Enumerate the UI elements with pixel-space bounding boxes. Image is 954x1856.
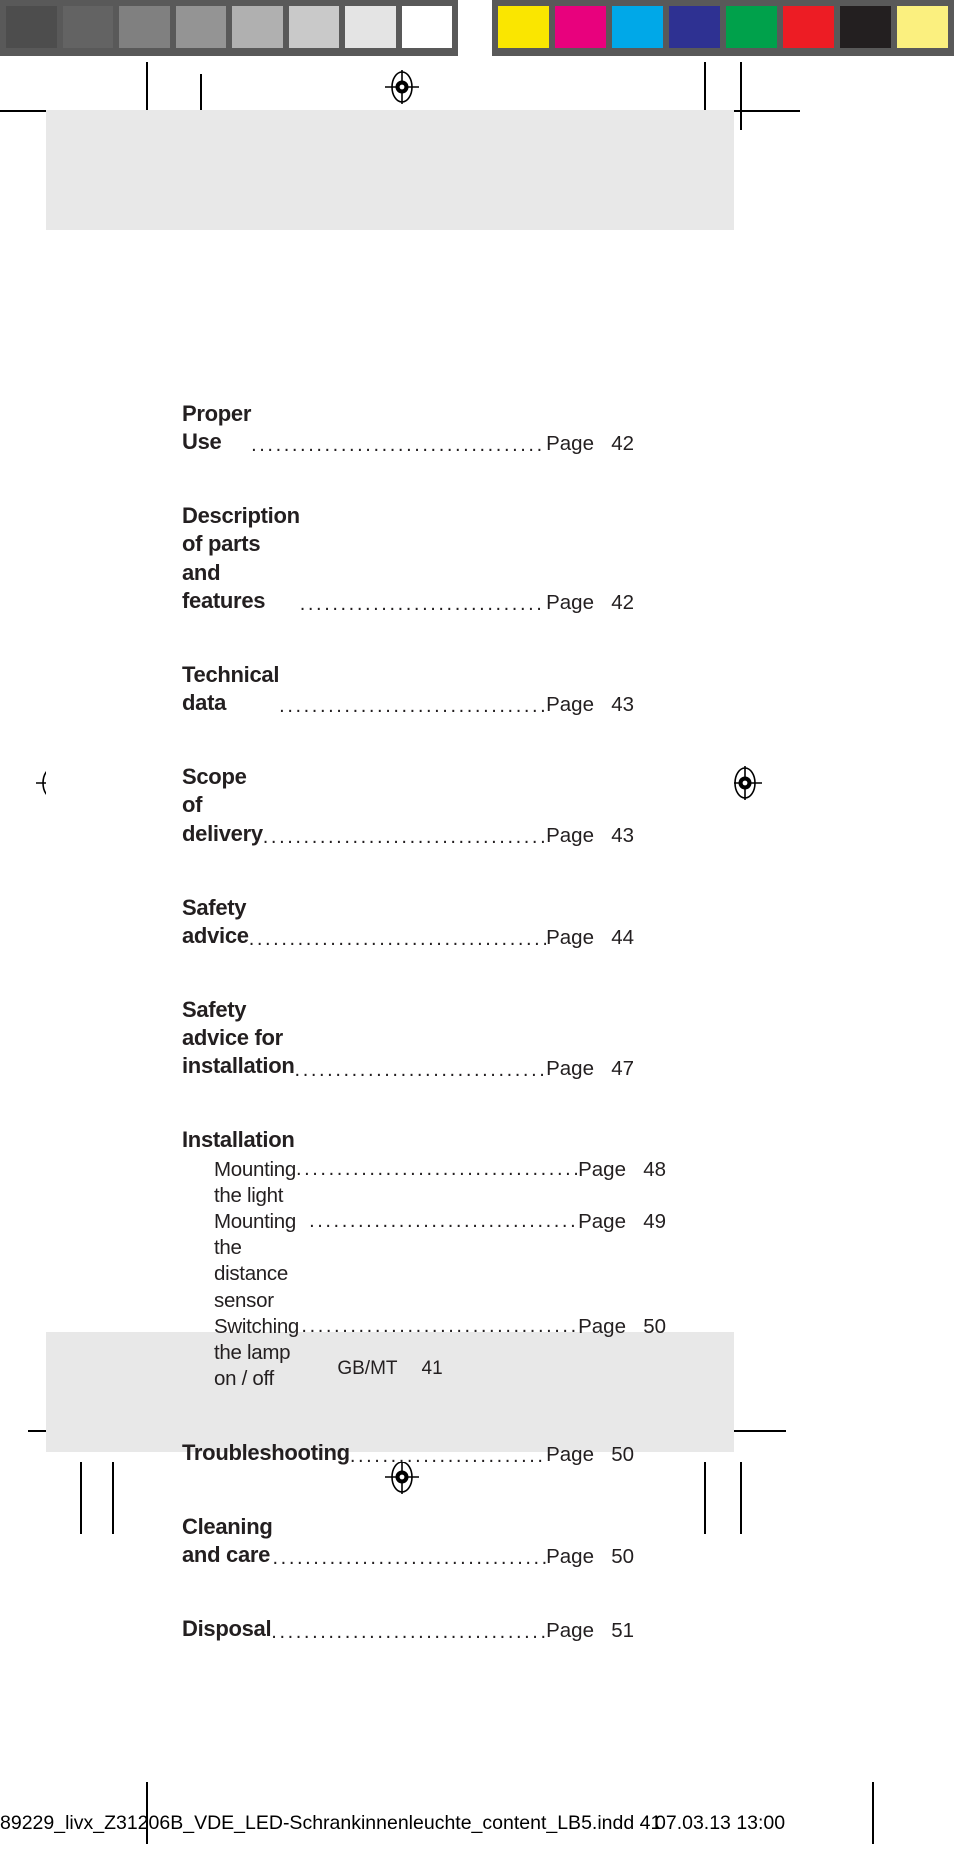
toc-entry-title: Proper Use <box>182 401 252 455</box>
toc-entry[interactable]: Disposal................................… <box>182 1615 634 1643</box>
toc-page-label: Page <box>546 1056 594 1080</box>
page-header-band <box>46 110 734 230</box>
crop-mark-bottom-right-outer <box>740 1462 742 1534</box>
folio-number: 41 <box>421 1358 443 1379</box>
toc-page-number: 42 <box>611 590 634 614</box>
toc-page-number: 51 <box>611 1619 634 1643</box>
toc-page-number: 47 <box>611 1056 634 1080</box>
toc-entry[interactable]: Mounting the distance sensor............… <box>182 1209 666 1314</box>
toc-group-heading[interactable]: Installation <box>182 1127 634 1153</box>
toc-page-label: Page <box>578 1157 626 1181</box>
toc-page-number: 50 <box>643 1314 666 1338</box>
page-footer: GB/MT 41 <box>46 1358 734 1380</box>
leader-dots: ........................................… <box>279 696 547 717</box>
toc-page-label: Page <box>546 1545 594 1569</box>
toc-entry[interactable]: Cleaning and care.......................… <box>182 1513 634 1569</box>
color-patch-6 <box>783 6 834 48</box>
greyscale-patch-4 <box>175 6 226 48</box>
color-patch-5 <box>726 6 777 48</box>
toc-entry-title: Troubleshooting <box>182 1439 350 1465</box>
toc-page-number: 50 <box>611 1545 634 1569</box>
color-control-strip <box>492 0 954 56</box>
greyscale-patch-6 <box>288 6 339 48</box>
toc-page-number: 43 <box>611 823 634 847</box>
crop-mark-bottom-right-inner <box>704 1462 706 1534</box>
toc-entry[interactable]: Safety advice...........................… <box>182 894 634 950</box>
leader-dots: ........................................… <box>251 435 546 456</box>
crop-mark-right-top <box>730 110 800 112</box>
toc-page-number: 44 <box>611 926 634 950</box>
greyscale-control-strip <box>0 0 458 56</box>
greyscale-patch-7 <box>345 6 396 48</box>
toc-page-label: Page <box>546 432 594 456</box>
leader-dots: ........................................… <box>248 929 546 950</box>
toc-entry[interactable]: Troubleshooting.........................… <box>182 1439 634 1467</box>
toc-page-number: 43 <box>611 693 634 717</box>
toc-page-number: 42 <box>611 432 634 456</box>
color-patch-4 <box>669 6 720 48</box>
color-patch-3 <box>612 6 663 48</box>
imposition-slug-line: 89229_livx_Z31206B_VDE_LED-Schrankinnenl… <box>0 1812 954 1842</box>
toc-entry[interactable]: Proper Use..............................… <box>182 400 634 456</box>
color-patch-8 <box>897 6 948 48</box>
greyscale-patch-3 <box>119 6 170 48</box>
leader-dots: ........................................… <box>299 593 546 614</box>
toc-entry[interactable]: Technical data..........................… <box>182 661 634 717</box>
footer-locale: GB/MT <box>337 1358 398 1379</box>
toc-entry-title: Mounting the light <box>214 1157 296 1207</box>
toc-entry-title: Technical data <box>182 661 280 716</box>
crop-mark-top-right-outer <box>740 62 742 130</box>
color-patch-1 <box>498 6 549 48</box>
toc-page-label: Page <box>546 1619 594 1643</box>
crop-mark-right-bottom <box>730 1430 786 1432</box>
toc-entry-title: Safety advice for installation <box>182 997 295 1079</box>
toc-page-label: Page <box>546 1442 594 1466</box>
leader-dots: ........................................… <box>294 1059 547 1080</box>
toc-page-number: 49 <box>643 1209 666 1233</box>
toc-page-label: Page <box>578 1314 626 1338</box>
color-patch-2 <box>555 6 606 48</box>
toc-page-label: Page <box>546 926 594 950</box>
leader-dots: ........................................… <box>309 1210 579 1231</box>
document-page: Proper Use..............................… <box>46 110 734 1642</box>
toc-entry[interactable]: Scope of delivery.......................… <box>182 763 634 847</box>
toc-page-label: Page <box>546 590 594 614</box>
leader-dots: ........................................… <box>349 1445 546 1466</box>
toc-entry-title: Scope of delivery <box>182 764 263 846</box>
toc-entry[interactable]: Mounting the light......................… <box>182 1157 666 1209</box>
toc-entry-title: Mounting the distance sensor <box>214 1209 296 1312</box>
toc-entry-title: Cleaning and care <box>182 1513 273 1567</box>
color-patch-7 <box>840 6 891 48</box>
leader-dots: ........................................… <box>262 826 546 847</box>
toc-page-label: Page <box>546 823 594 847</box>
leader-dots: ........................................… <box>295 1158 578 1179</box>
greyscale-patch-2 <box>62 6 113 48</box>
toc-entry-title: Safety advice <box>182 894 249 948</box>
toc-entry[interactable]: Description of parts and features.......… <box>182 502 634 615</box>
toc-page-number: 50 <box>611 1442 634 1466</box>
greyscale-patch-5 <box>232 6 283 48</box>
registration-mark-top <box>385 70 419 104</box>
toc-entry-title: Switching the lamp on / off <box>214 1314 300 1391</box>
crop-mark-bottom-left-outer <box>80 1462 82 1534</box>
greyscale-patch-8 <box>401 6 452 48</box>
table-of-contents: Proper Use..............................… <box>182 400 666 1689</box>
toc-entry-title: Disposal <box>182 1616 272 1642</box>
toc-entry[interactable]: Switching the lamp on / off.............… <box>182 1314 666 1393</box>
toc-entry[interactable]: Safety advice for installation..........… <box>182 996 634 1080</box>
leader-dots: ........................................… <box>301 1315 579 1336</box>
slug-timestamp: 07.03.13 13:00 <box>655 1812 786 1834</box>
leader-dots: ........................................… <box>272 1548 547 1569</box>
toc-group-installation: Installation Mounting the light..........… <box>182 1127 666 1393</box>
greyscale-patch-1 <box>6 6 57 48</box>
leader-dots: ........................................… <box>271 1622 546 1643</box>
toc-entry-title: Description of parts and features <box>182 503 300 613</box>
slug-filename: 89229_livx_Z31206B_VDE_LED-Schrankinnenl… <box>0 1812 662 1834</box>
crop-mark-bottom-left-inner <box>112 1462 114 1534</box>
toc-page-label: Page <box>546 693 594 717</box>
toc-page-number: 48 <box>643 1157 666 1181</box>
toc-page-label: Page <box>578 1209 626 1233</box>
